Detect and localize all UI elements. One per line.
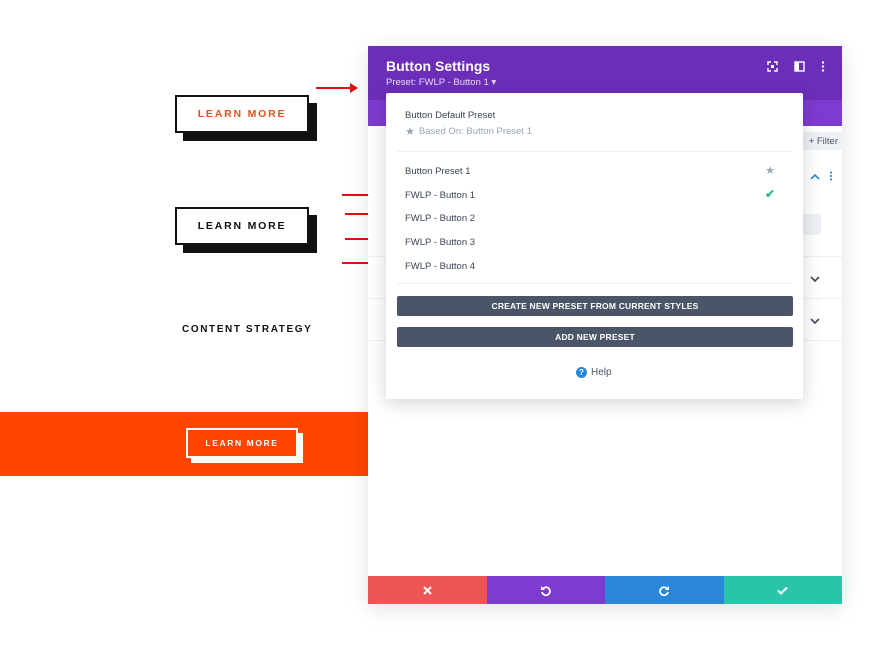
preset-item-label: FWLP - Button 4: [405, 260, 476, 272]
preset-item-label: FWLP - Button 1: [405, 189, 476, 201]
redo-icon: [658, 585, 669, 596]
learn-more-button-3[interactable]: LEARN MORE: [186, 428, 298, 458]
preset-item-button-preset-1[interactable]: Button Preset 1 ★: [405, 163, 790, 179]
dropdown-divider: [397, 151, 792, 152]
modal-footer: [368, 576, 842, 604]
modal-title: Button Settings: [386, 58, 491, 74]
star-icon[interactable]: ★: [765, 164, 775, 177]
help-icon: ?: [576, 367, 587, 378]
chevron-up-icon[interactable]: [810, 171, 820, 181]
help-link[interactable]: ? Help: [576, 367, 612, 378]
based-on-label: ★ Based On: Button Preset 1: [405, 125, 532, 138]
arrow-to-preset-line: [316, 83, 358, 93]
split-view-icon[interactable]: [792, 59, 806, 73]
preset-item-label: FWLP - Button 3: [405, 236, 476, 248]
preset-item-fwlp-button-2[interactable]: FWLP - Button 2: [405, 210, 790, 226]
orange-section: [0, 412, 369, 476]
check-icon: ✔: [764, 187, 775, 201]
discard-button[interactable]: [368, 576, 487, 604]
star-icon: ★: [405, 126, 415, 138]
chevron-down-icon[interactable]: [810, 274, 820, 284]
preset-item-fwlp-button-3[interactable]: FWLP - Button 3: [405, 234, 790, 250]
fullscreen-icon[interactable]: [765, 59, 779, 73]
learn-more-button-2[interactable]: LEARN MORE: [175, 207, 309, 245]
undo-icon: [541, 585, 552, 596]
modal-header: Button Settings Preset: FWLP - Button 1 …: [368, 46, 842, 100]
dropdown-divider: [397, 283, 792, 284]
preset-item-fwlp-button-1[interactable]: FWLP - Button 1 ✔: [405, 187, 790, 203]
help-label: Help: [591, 367, 612, 378]
create-preset-button[interactable]: CREATE NEW PRESET FROM CURRENT STYLES: [397, 296, 793, 316]
more-options-icon[interactable]: [816, 59, 830, 73]
undo-button[interactable]: [486, 576, 605, 604]
save-button[interactable]: [723, 576, 842, 604]
add-preset-button[interactable]: ADD NEW PRESET: [397, 327, 793, 347]
preset-selector[interactable]: Preset: FWLP - Button 1 ▾: [386, 77, 496, 88]
row-field-background: [802, 214, 821, 235]
content-strategy-heading: CONTENT STRATEGY: [182, 324, 313, 335]
preset-item-fwlp-button-4[interactable]: FWLP - Button 4: [405, 258, 790, 274]
chevron-down-icon[interactable]: [810, 316, 820, 326]
default-preset-label[interactable]: Button Default Preset: [405, 110, 495, 121]
close-icon: [423, 585, 432, 595]
learn-more-button-1[interactable]: LEARN MORE: [175, 95, 309, 133]
row-more-icon[interactable]: [826, 171, 836, 181]
preset-item-label: FWLP - Button 2: [405, 212, 476, 224]
preset-item-label: Button Preset 1: [405, 165, 471, 177]
based-on-text: Based On: Button Preset 1: [418, 126, 532, 137]
preset-dropdown: Button Default Preset ★ Based On: Button…: [386, 93, 803, 399]
check-icon: [777, 586, 788, 595]
redo-button[interactable]: [605, 576, 724, 604]
